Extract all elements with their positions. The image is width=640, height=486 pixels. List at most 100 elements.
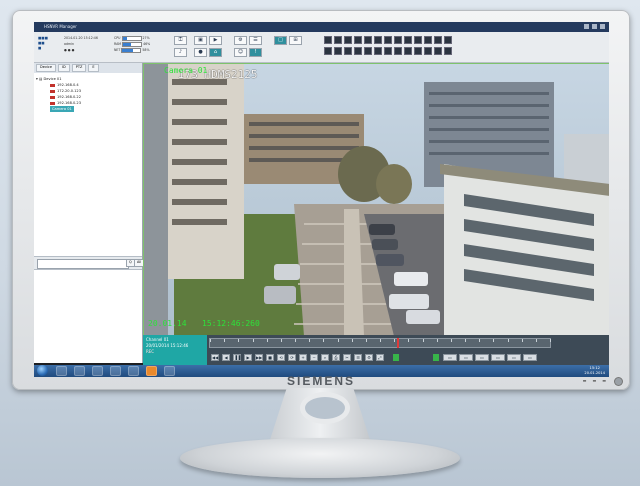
timeline-tick <box>238 339 240 342</box>
power-button[interactable] <box>615 378 622 385</box>
timeline-tick <box>224 339 226 342</box>
layout-grid-button[interactable] <box>394 36 402 44</box>
layout-grid-button[interactable] <box>324 36 332 44</box>
tab-e[interactable]: E <box>88 64 99 72</box>
playback-control-button[interactable]: ■ <box>266 354 274 361</box>
layout-grid-button[interactable] <box>434 36 442 44</box>
timeline-tick <box>422 339 424 342</box>
alarm-button[interactable]: ! <box>249 48 262 57</box>
layout-grid-button[interactable] <box>424 36 432 44</box>
config-button[interactable]: ⚙ <box>234 36 247 45</box>
layout-grid-button[interactable] <box>394 47 402 55</box>
playback-control-button[interactable]: ⟲ <box>277 354 285 361</box>
playback-control-button[interactable]: ◀◀ <box>211 354 219 361</box>
layout-grid-button[interactable] <box>384 47 392 55</box>
layout-grid-button[interactable] <box>374 36 382 44</box>
playback-control-button[interactable]: ▶▶ <box>255 354 263 361</box>
playback-option-button[interactable]: ▭ <box>507 354 521 361</box>
layout-grid-button[interactable] <box>444 36 452 44</box>
playback-control-button[interactable]: ✂ <box>343 354 351 361</box>
layout-grid-button[interactable] <box>324 47 332 55</box>
timeline-tick <box>337 339 339 342</box>
playback-option-button[interactable]: ▭ <box>443 354 457 361</box>
layout-grid-button[interactable] <box>424 47 432 55</box>
layout-grid-button[interactable] <box>344 36 352 44</box>
volume-button[interactable]: ♪ <box>174 48 187 57</box>
monitor-menu-button[interactable]: ▬ <box>583 378 587 383</box>
layout-grid-button[interactable] <box>404 36 412 44</box>
layout-grid-button[interactable] <box>354 36 362 44</box>
maximize-icon[interactable] <box>592 24 597 29</box>
timeline-tick <box>450 339 452 342</box>
timeline-playhead[interactable] <box>397 338 399 348</box>
playback-control-button[interactable]: ☰ <box>354 354 362 361</box>
map-button[interactable]: ⌂ <box>209 48 222 57</box>
monitor-buttons: ▬ ▬ ▬ <box>583 378 606 383</box>
playback-control-button[interactable]: − <box>310 354 318 361</box>
layout-grid-button[interactable] <box>414 36 422 44</box>
status-block: 2014-01-20 15:12:46 admin ● ● ● <box>64 35 98 53</box>
status-indicator-icon <box>393 354 399 361</box>
playback-option-button[interactable]: ▭ <box>475 354 489 361</box>
layout-grid-button[interactable] <box>344 47 352 55</box>
layout-grid-button[interactable] <box>334 36 342 44</box>
device-panel-tabs: Device ID PTZ E <box>34 63 142 73</box>
timeline-tick <box>380 339 381 342</box>
tab-device[interactable]: Device <box>36 64 56 72</box>
playback-control-button[interactable]: + <box>299 354 307 361</box>
tab-id[interactable]: ID <box>57 64 70 72</box>
layout-grid-button[interactable] <box>374 47 382 55</box>
playback-control-button[interactable]: ▐▐ <box>233 354 241 361</box>
playback-mode-button[interactable]: ▶ <box>209 36 222 45</box>
timeline-tick <box>550 339 551 342</box>
monitor-up-button[interactable]: ▬ <box>602 378 606 383</box>
camera-video-view[interactable]: I73 HDMS2125 Camera 01 20.01.14 15:12:46… <box>143 63 609 337</box>
layout-grid-button[interactable] <box>364 36 372 44</box>
quad-view-button[interactable]: ⊞ <box>289 36 302 45</box>
meter-net-fill <box>122 48 133 52</box>
layout-grid-button[interactable] <box>444 47 452 55</box>
osd-time: 15:12:46:260 <box>202 319 260 328</box>
layout-grid-button[interactable] <box>404 47 412 55</box>
layout-grid-button[interactable] <box>354 47 362 55</box>
device-tree-panel: Device ID PTZ E ▾ ▤ Device 01 192.168.0.… <box>34 63 145 363</box>
device-tree: ▾ ▤ Device 01 192.168.0.4 172.20.0.123 1… <box>34 73 142 115</box>
playback-option-button[interactable]: ▭ <box>459 354 473 361</box>
playback-control-button[interactable]: ⎙ <box>332 354 340 361</box>
timeline-track[interactable] <box>209 338 551 348</box>
layout-grid-button[interactable] <box>334 47 342 55</box>
playback-control-button[interactable]: ◀ <box>222 354 230 361</box>
layout-grid-button[interactable] <box>384 36 392 44</box>
playback-control-button[interactable]: ⚙ <box>365 354 373 361</box>
playback-control-button[interactable]: ▶ <box>244 354 252 361</box>
users-button[interactable]: ☺ <box>234 48 247 57</box>
single-view-button[interactable]: □ <box>274 36 287 45</box>
playback-control-button[interactable]: ⤢ <box>376 354 384 361</box>
search-input[interactable] <box>37 259 129 269</box>
stand-cable-hole <box>300 392 350 424</box>
playback-option-button[interactable]: ▭ <box>523 354 537 361</box>
minimize-icon[interactable] <box>584 24 589 29</box>
monitor-down-button[interactable]: ▬ <box>592 378 596 383</box>
timeline-tick <box>465 339 466 342</box>
timeline-tick <box>351 339 353 342</box>
tree-camera-selected[interactable]: Camera 01 <box>36 106 140 112</box>
osd-date: 20.01.14 <box>148 319 187 328</box>
tab-ptz[interactable]: PTZ <box>71 64 87 72</box>
close-icon[interactable] <box>600 24 605 29</box>
timeline-tick <box>210 339 211 342</box>
meter-net: NET 58% <box>114 47 150 53</box>
live-view-button[interactable]: ▣ <box>194 36 207 45</box>
log-button[interactable]: ☰ <box>249 36 262 45</box>
layout-grid-button[interactable] <box>414 47 422 55</box>
lock-button[interactable]: ⚿ <box>174 36 187 45</box>
record-button[interactable]: ● <box>194 48 207 57</box>
playback-time: 15:12:46 <box>170 343 189 348</box>
playback-control-button[interactable]: ⌕ <box>321 354 329 361</box>
playback-option-button[interactable]: ▭ <box>491 354 505 361</box>
layout-grid-button[interactable] <box>364 47 372 55</box>
layout-grid-button[interactable] <box>434 47 442 55</box>
playback-control-button[interactable]: ⟳ <box>288 354 296 361</box>
camera-scene <box>144 64 609 336</box>
playback-bar: Channel 01 20/01/2014 15:12:46 REC ◀◀ ◀ ▐▐… <box>143 335 609 365</box>
